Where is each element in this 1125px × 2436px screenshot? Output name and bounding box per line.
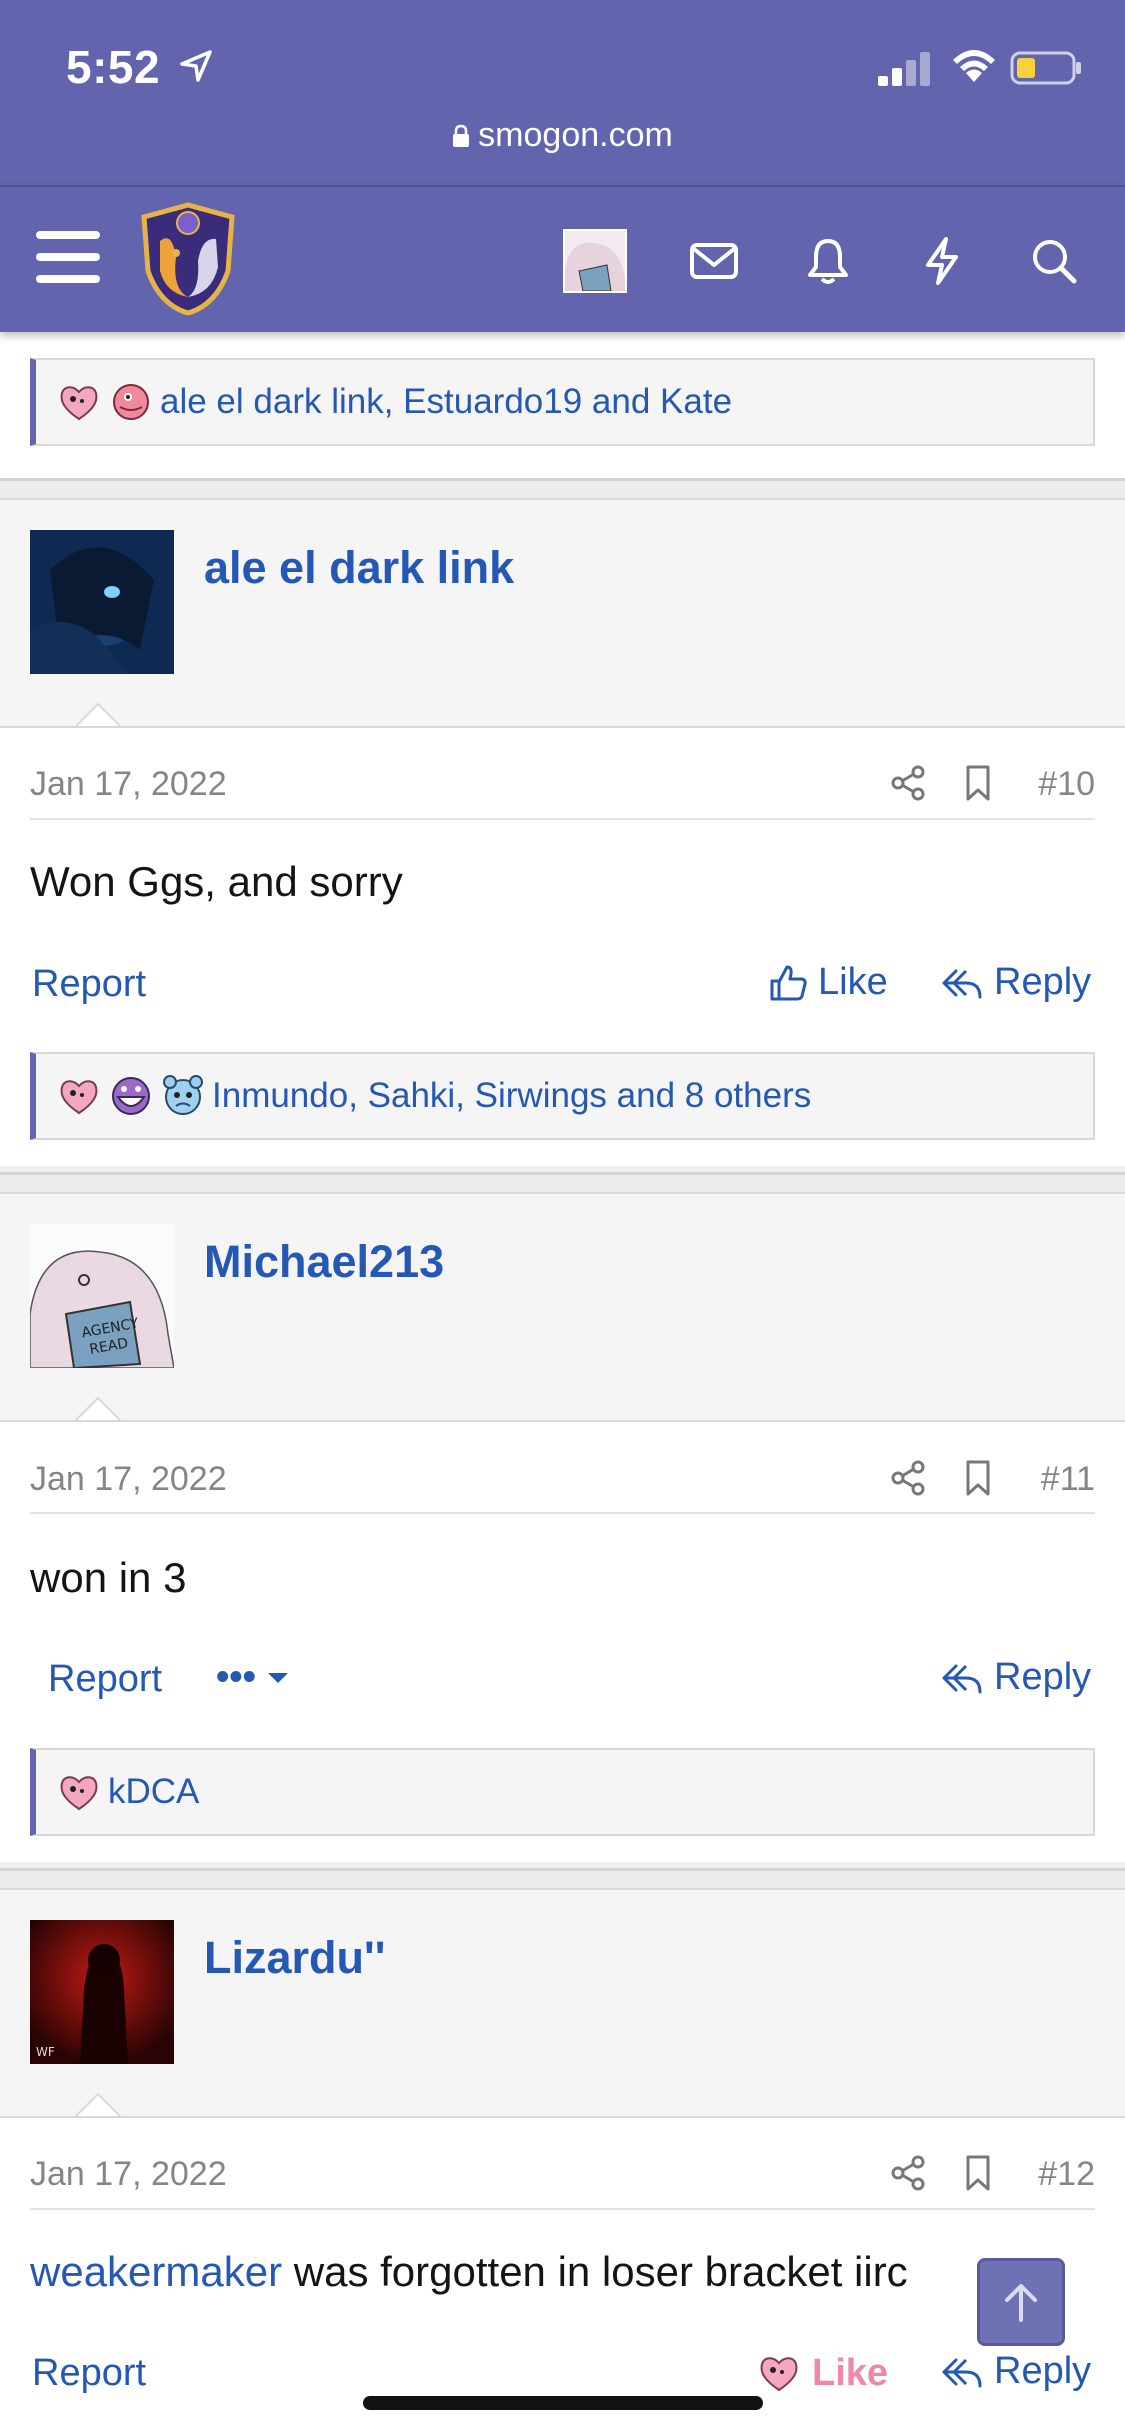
reaction-users[interactable]: ale el dark link, Estuardo19 and Kate xyxy=(160,382,732,422)
scroll-to-top-button[interactable] xyxy=(977,2258,1065,2346)
thumbs-up-icon xyxy=(770,965,807,1000)
reply-icon xyxy=(942,2358,982,2387)
post-number[interactable]: #12 xyxy=(1038,2155,1095,2194)
divider xyxy=(30,1512,1095,1514)
address-bar[interactable]: smogon.com xyxy=(0,116,1125,155)
reply-button[interactable]: Reply xyxy=(940,2350,1091,2393)
menu-icon[interactable] xyxy=(36,231,100,287)
report-label: Report xyxy=(32,2352,147,2394)
thread-content: ale el dark link, Estuardo19 and Kate al… xyxy=(0,0,1125,2436)
like-button-active[interactable]: Like xyxy=(756,2350,888,2396)
report-label: Report xyxy=(32,963,147,1005)
reply-icon xyxy=(942,1664,982,1693)
home-indicator xyxy=(363,2396,763,2410)
heart-reaction-icon xyxy=(60,1776,98,1811)
like-label: Like xyxy=(818,961,888,1003)
avatar[interactable]: WF xyxy=(30,1920,174,2064)
smogon-logo[interactable] xyxy=(136,201,240,317)
bell-icon[interactable] xyxy=(802,235,854,287)
bolt-icon[interactable] xyxy=(916,235,968,287)
post-date[interactable]: Jan 17, 2022 xyxy=(30,765,227,804)
fish-reaction-icon xyxy=(113,384,149,420)
reply-label: Reply xyxy=(994,961,1092,1003)
report-button[interactable]: Report xyxy=(48,1658,162,1701)
avatar[interactable]: AGENCY READ xyxy=(30,1224,174,1368)
reaction-bar[interactable]: kDCA xyxy=(30,1748,1095,1836)
lock-icon xyxy=(453,124,470,147)
divider xyxy=(30,818,1095,820)
bookmark-icon[interactable] xyxy=(958,763,998,803)
reply-icon xyxy=(942,969,982,998)
user-avatar[interactable] xyxy=(563,229,627,293)
mail-icon[interactable] xyxy=(688,235,740,287)
divider xyxy=(30,2208,1095,2210)
post-separator xyxy=(0,478,1125,500)
bookmark-icon[interactable] xyxy=(958,2153,998,2193)
reply-button[interactable]: Reply xyxy=(940,961,1091,1004)
username[interactable]: ale el dark link xyxy=(204,542,514,594)
share-icon[interactable] xyxy=(888,763,928,803)
username[interactable]: Michael213 xyxy=(204,1236,444,1288)
user-mention-link[interactable]: weakermaker xyxy=(30,2248,282,2295)
avatar[interactable] xyxy=(30,530,174,674)
post-date[interactable]: Jan 17, 2022 xyxy=(30,1460,227,1499)
reaction-users[interactable]: Inmundo, Sahki, Sirwings and 8 others xyxy=(212,1076,811,1116)
url-text: smogon.com xyxy=(478,116,673,154)
sad-reaction-icon xyxy=(163,1075,203,1115)
reaction-bar[interactable]: ale el dark link, Estuardo19 and Kate xyxy=(30,358,1095,446)
post-date[interactable]: Jan 17, 2022 xyxy=(30,2155,227,2194)
post-message-text: was forgotten in loser bracket iirc xyxy=(282,2248,908,2295)
battery-icon xyxy=(1010,51,1081,85)
post-message: won in 3 xyxy=(30,1554,187,1601)
reply-label: Reply xyxy=(994,1656,1092,1698)
reaction-bar[interactable]: Inmundo, Sahki, Sirwings and 8 others xyxy=(30,1052,1095,1140)
location-arrow-icon xyxy=(180,50,212,82)
more-label: ••• xyxy=(216,1656,256,1698)
share-icon[interactable] xyxy=(888,1458,928,1498)
reply-label: Reply xyxy=(994,2350,1092,2392)
chevron-down-icon xyxy=(267,1672,288,1683)
search-icon[interactable] xyxy=(1028,235,1080,287)
post-user-block: ale el dark link xyxy=(0,500,1125,726)
share-icon[interactable] xyxy=(888,2153,928,2193)
bookmark-icon[interactable] xyxy=(958,1458,998,1498)
svg-text:WF: WF xyxy=(36,2045,55,2059)
cellular-signal-icon xyxy=(878,52,930,86)
more-options-button[interactable]: ••• xyxy=(216,1656,302,1699)
post-separator xyxy=(0,1868,1125,1890)
report-button[interactable]: Report xyxy=(32,2352,146,2395)
like-label: Like xyxy=(812,2351,889,2394)
arrow-up-icon xyxy=(1005,2284,1037,2322)
ios-status-bar: 5:52 smogon.com xyxy=(0,0,1125,185)
post-number[interactable]: #10 xyxy=(1038,765,1095,804)
report-label: Report xyxy=(48,1658,163,1700)
site-navbar xyxy=(0,185,1125,332)
heart-reaction-icon xyxy=(60,1080,98,1115)
username[interactable]: Lizardu'' xyxy=(204,1932,385,1984)
laugh-reaction-icon xyxy=(112,1077,150,1115)
reaction-users[interactable]: kDCA xyxy=(108,1772,199,1812)
post-number[interactable]: #11 xyxy=(1041,1460,1095,1499)
heart-reaction-icon xyxy=(760,2357,798,2392)
heart-reaction-icon xyxy=(60,386,98,421)
post-message: Won Ggs, and sorry xyxy=(30,858,403,905)
post-separator xyxy=(0,1172,1125,1194)
reply-button[interactable]: Reply xyxy=(940,1656,1091,1699)
like-button[interactable]: Like xyxy=(768,961,888,1004)
post-message: weakermaker was forgotten in loser brack… xyxy=(30,2248,1030,2296)
report-button[interactable]: Report xyxy=(32,963,146,1006)
post-user-block: AGENCY READ Michael213 xyxy=(0,1194,1125,1420)
post-user-block: WF Lizardu'' xyxy=(0,1890,1125,2116)
wifi-icon xyxy=(953,50,995,82)
clock: 5:52 xyxy=(66,41,161,93)
